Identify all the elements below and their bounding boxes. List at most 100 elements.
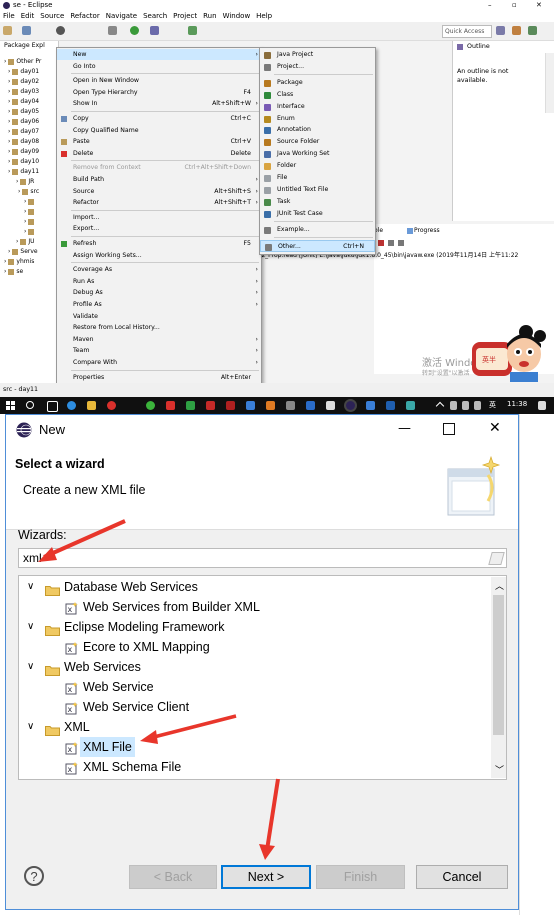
collapse-chevron-icon[interactable]: ∨ xyxy=(27,717,34,737)
next-button[interactable]: Next > xyxy=(221,865,311,889)
wizard-item[interactable]: x Web Service Client xyxy=(19,697,489,717)
new-submenu-item-package[interactable]: Package xyxy=(260,77,375,89)
context-menu-item-source[interactable]: Source Alt+Shift+S › xyxy=(57,186,261,197)
context-menu-item-refresh[interactable]: Refresh F5 xyxy=(57,238,261,249)
save-icon[interactable] xyxy=(22,26,31,35)
package-tree-item[interactable]: › day05 xyxy=(8,107,39,117)
package-tree-item[interactable]: › xyxy=(24,227,36,237)
new-submenu-item-folder[interactable]: Folder xyxy=(260,160,375,172)
outline-tab[interactable]: Outline xyxy=(467,43,490,50)
context-menu-item-copy[interactable]: Copy Ctrl+C xyxy=(57,113,261,124)
dialog-minimize-button[interactable]: — xyxy=(398,421,411,436)
new-submenu-item-other[interactable]: Other... Ctrl+N xyxy=(260,239,375,252)
context-menu-item-debug-as[interactable]: Debug As › xyxy=(57,287,261,298)
expand-chevron-icon[interactable]: › xyxy=(16,238,18,245)
help-button[interactable]: ? xyxy=(24,866,44,886)
context-menu-item-restore-from-local-history[interactable]: Restore from Local History... xyxy=(57,322,261,333)
package-tree-item[interactable]: › se xyxy=(4,267,23,277)
network-icon[interactable] xyxy=(450,401,457,410)
app-gray-icon[interactable] xyxy=(286,401,295,410)
dialog-maximize-button[interactable] xyxy=(443,423,455,435)
expand-chevron-icon[interactable]: › xyxy=(24,198,26,205)
ie-icon[interactable] xyxy=(67,401,76,410)
expand-chevron-icon[interactable]: › xyxy=(8,168,10,175)
scroll-thumb[interactable] xyxy=(493,595,504,735)
expand-chevron-icon[interactable]: › xyxy=(8,108,10,115)
app-blue4-icon[interactable] xyxy=(386,401,395,410)
wizard-item[interactable]: x Ecore to XML Mapping xyxy=(19,637,489,657)
perspective-icon[interactable] xyxy=(496,26,505,35)
app-blue-icon[interactable] xyxy=(246,401,255,410)
context-menu-item-validate[interactable]: Validate xyxy=(57,311,261,322)
package-tree-item[interactable]: › day09 xyxy=(8,147,39,157)
package-tree-item[interactable]: › yhmis xyxy=(4,257,34,267)
taskbar-clock[interactable]: 11:38 xyxy=(507,400,527,408)
package-tree-item[interactable]: › day04 xyxy=(8,97,39,107)
wizard-item[interactable]: x XML Schema File xyxy=(19,757,489,777)
app-green-icon[interactable] xyxy=(186,401,195,410)
package-tree-item[interactable]: › day02 xyxy=(8,77,39,87)
app-white-icon[interactable] xyxy=(326,401,335,410)
expand-chevron-icon[interactable]: › xyxy=(18,188,20,195)
quick-access-field[interactable]: Quick Access xyxy=(442,25,492,38)
expand-chevron-icon[interactable]: › xyxy=(8,148,10,155)
expand-chevron-icon[interactable]: › xyxy=(24,208,26,215)
eclipse-taskbar-icon[interactable] xyxy=(346,401,355,410)
package-tree-item[interactable]: › day01 xyxy=(8,67,39,77)
app-blue3-icon[interactable] xyxy=(366,401,375,410)
context-menu-item-import[interactable]: Import... xyxy=(57,212,261,223)
dialog-close-button[interactable]: ✕ xyxy=(489,420,501,436)
menu-search[interactable]: Search xyxy=(143,12,167,20)
context-menu-item-export[interactable]: Export... xyxy=(57,223,261,234)
new-submenu-item-untitled-text-file[interactable]: Untitled Text File xyxy=(260,184,375,196)
new-java-project-icon[interactable] xyxy=(188,26,197,35)
new-submenu-item-java-project[interactable]: Java Project xyxy=(260,49,375,61)
expand-chevron-icon[interactable]: › xyxy=(8,138,10,145)
expand-chevron-icon[interactable]: › xyxy=(24,228,26,235)
build-icon[interactable] xyxy=(108,26,117,35)
menu-help[interactable]: Help xyxy=(256,12,272,20)
app-blue2-icon[interactable] xyxy=(306,401,315,410)
settings-icon[interactable] xyxy=(56,26,65,35)
collapse-chevron-icon[interactable]: ∨ xyxy=(27,617,34,637)
package-tree-item[interactable]: › src xyxy=(18,187,39,197)
debug-perspective-icon[interactable] xyxy=(528,26,537,35)
expand-chevron-icon[interactable]: › xyxy=(8,158,10,165)
package-tree-item[interactable]: › day08 xyxy=(8,137,39,147)
cancel-button[interactable]: Cancel xyxy=(416,865,508,889)
package-tree-item[interactable]: › day03 xyxy=(8,87,39,97)
expand-chevron-icon[interactable]: › xyxy=(8,78,10,85)
expand-chevron-icon[interactable]: › xyxy=(4,258,6,265)
new-submenu-item-annotation[interactable]: Annotation xyxy=(260,124,375,136)
context-menu-item-properties[interactable]: Properties Alt+Enter xyxy=(57,372,261,383)
context-menu-item-paste[interactable]: Paste Ctrl+V xyxy=(57,136,261,147)
debug-icon[interactable] xyxy=(150,26,159,35)
volume-icon[interactable] xyxy=(462,401,469,410)
context-menu-item-profile-as[interactable]: Profile As › xyxy=(57,299,261,310)
package-explorer-tab[interactable]: Package Expl xyxy=(4,42,45,49)
package-tree-item[interactable]: › Serve xyxy=(8,247,38,257)
tray-up-icon[interactable] xyxy=(435,401,445,411)
wizard-category[interactable]: ∨ XML xyxy=(19,717,489,737)
package-tree-item[interactable]: › xyxy=(24,207,36,217)
context-menu-item-go-into[interactable]: Go Into xyxy=(57,61,261,72)
clear-filter-icon[interactable] xyxy=(488,552,505,565)
app-red2-icon[interactable] xyxy=(166,401,175,410)
progress-tab[interactable]: Progress xyxy=(414,227,440,234)
wechat-icon[interactable] xyxy=(146,401,155,410)
wizard-item[interactable]: x Web Service xyxy=(19,677,489,697)
new-icon[interactable] xyxy=(3,26,12,35)
expand-chevron-icon[interactable]: › xyxy=(8,128,10,135)
context-menu-item-remove-from-context[interactable]: Remove from Context Ctrl+Alt+Shift+Down xyxy=(57,162,261,173)
context-menu-item-compare-with[interactable]: Compare With › xyxy=(57,357,261,368)
menu-run[interactable]: Run xyxy=(203,12,216,20)
expand-chevron-icon[interactable]: › xyxy=(8,118,10,125)
run-icon[interactable] xyxy=(130,26,139,35)
collapse-chevron-icon[interactable]: ∨ xyxy=(27,577,34,597)
collapse-chevron-icon[interactable]: ∨ xyxy=(27,657,34,677)
context-menu-item-refactor[interactable]: Refactor Alt+Shift+T › xyxy=(57,197,261,208)
scroll-up-arrow[interactable]: ︿ xyxy=(495,579,504,592)
terminate-icon[interactable] xyxy=(378,240,384,246)
package-tree-item[interactable]: › JU xyxy=(16,237,35,247)
menu-file[interactable]: File xyxy=(3,12,15,20)
